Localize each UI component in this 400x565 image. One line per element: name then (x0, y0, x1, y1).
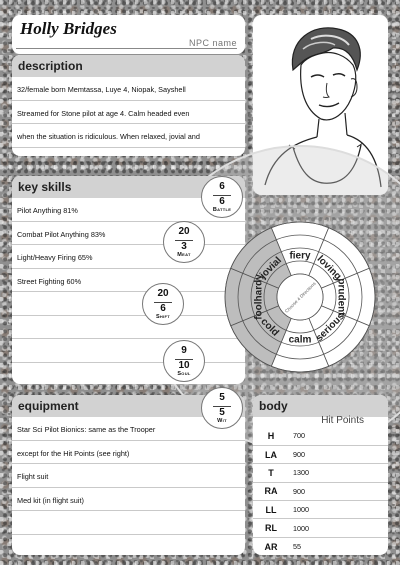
stat-meat-value: 3 (181, 241, 187, 252)
stat-wit-label: Wit (217, 418, 227, 424)
hit-points-value: 1000 (289, 500, 388, 520)
equipment-line: Flight suit (12, 464, 245, 488)
stat-battle-value: 6 (219, 196, 225, 207)
stat-meat-label: Meat (177, 252, 191, 258)
stat-meat-max: 20 (178, 226, 190, 237)
body-location-code: RA (253, 482, 289, 502)
hit-points-value: 900 (289, 445, 388, 465)
stat-shift-max: 20 (157, 288, 169, 299)
trait-label: calm (289, 335, 312, 346)
equipment-line: except for the Hit Points (see right) (12, 441, 245, 464)
body-title: body (253, 395, 388, 417)
stat-soul-value: 10 (178, 360, 190, 371)
hit-points-value: 900 (289, 482, 388, 502)
body-location-code: T (253, 463, 289, 483)
skill-line: Combat Pilot Anything 83% (12, 222, 245, 245)
trait-label: prudent (336, 278, 347, 316)
stat-battle-label: Battle (212, 207, 232, 213)
hit-points-row: LL 1000 (253, 500, 388, 520)
stat-shift-label: Shift (155, 314, 171, 320)
trait-label: foolhardy (254, 274, 265, 320)
stat-meat: 20 3 Meat (163, 221, 205, 263)
stat-soul-label: Soul (177, 371, 191, 377)
stat-wit-max: 5 (219, 392, 225, 403)
hit-points-row: T 1300 (253, 463, 388, 483)
hit-points-row: LA 900 (253, 445, 388, 465)
hit-points-value: 700 (289, 427, 388, 446)
equipment-line (12, 511, 245, 535)
hit-points-row: AR 55 (253, 537, 388, 555)
skill-line (12, 292, 245, 316)
equipment-line (12, 535, 245, 556)
hit-points-row: RL 1000 (253, 518, 388, 538)
hit-points-row: RA 900 (253, 482, 388, 502)
stat-shift-value: 6 (160, 303, 166, 314)
stat-shift: 20 6 Shift (142, 283, 184, 325)
hit-points-value: 55 (289, 537, 388, 555)
stat-wit: 5 5 Wit (201, 387, 243, 429)
stat-battle: 6 6 Battle (201, 176, 243, 218)
trait-label: fiery (289, 251, 311, 262)
stat-battle-max: 6 (219, 181, 225, 192)
stat-soul-max: 9 (181, 345, 187, 356)
body-panel: body Hit Points H 700 LA 900 T 1300 RA 900 LL 100… (253, 395, 388, 555)
hit-points-table: H700LA900T1300RA900LL1000RL1000AR55Stun6… (253, 427, 388, 555)
skill-line: Street Fighting 60% (12, 269, 245, 292)
hit-points-row: H 700 (253, 427, 388, 446)
skill-line (12, 363, 245, 385)
skill-line (12, 339, 245, 363)
body-location-code: H (253, 427, 289, 446)
body-location-code: LL (253, 500, 289, 520)
body-location-code: LA (253, 445, 289, 465)
body-location-code: AR (253, 537, 289, 555)
stat-soul: 9 10 Soul (163, 340, 205, 382)
body-location-code: RL (253, 518, 289, 538)
stat-wit-value: 5 (219, 407, 225, 418)
skill-line: Light/Heavy Firing 65% (12, 245, 245, 269)
personality-wheel: Choose 4 Directionsfiery lovingprudentser… (224, 221, 376, 373)
equipment-line: Med kit (in flight suit) (12, 488, 245, 511)
hit-points-label: Hit Points (321, 415, 364, 426)
hit-points-value: 1000 (289, 518, 388, 538)
skill-line (12, 316, 245, 339)
hit-points-value: 1300 (289, 463, 388, 483)
